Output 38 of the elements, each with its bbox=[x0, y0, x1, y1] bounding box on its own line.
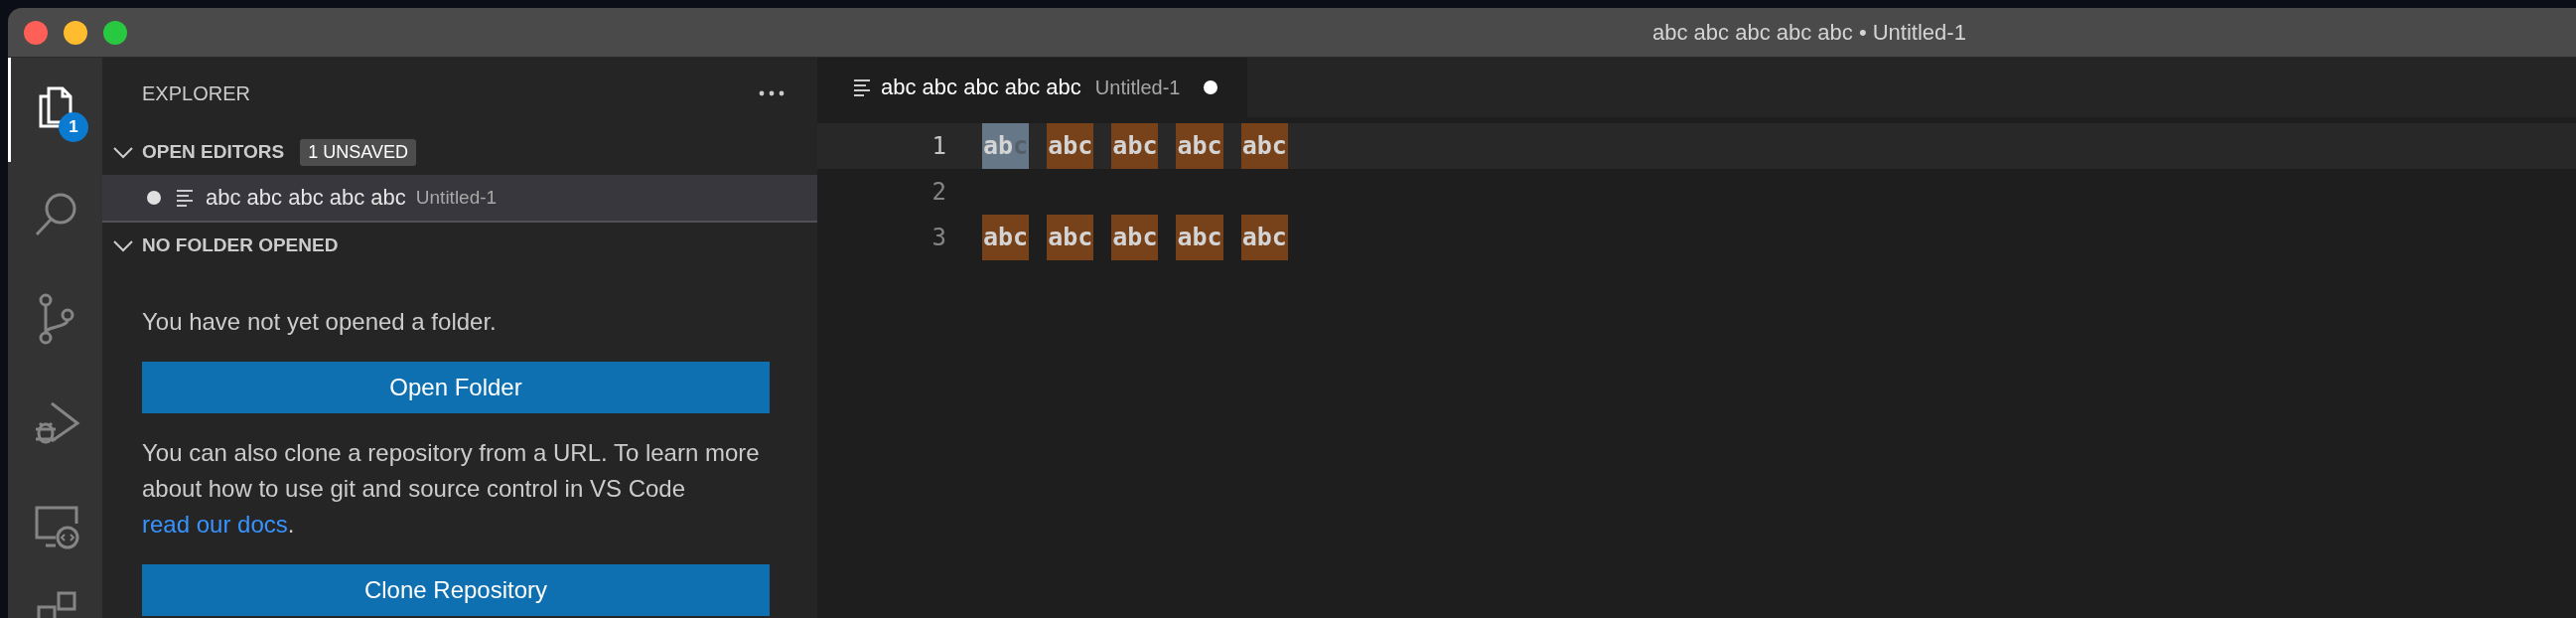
action-button[interactable]: Open Folder bbox=[142, 362, 770, 413]
text-lines-icon bbox=[853, 78, 873, 96]
count-badge: 1 bbox=[59, 112, 88, 142]
window-title: abc abc abc abc abc • Untitled-1 bbox=[1652, 19, 1966, 46]
message-text: You can also clone a repository from a URL. To learn more about how to use git and source control in VS Code read our docs. bbox=[142, 438, 761, 540]
action-button[interactable]: Clone Repository bbox=[142, 564, 770, 616]
line-number: 3 bbox=[930, 224, 946, 251]
more-actions-icon[interactable] bbox=[758, 89, 786, 97]
code-token: abc bbox=[1240, 123, 1288, 169]
blocks-icon bbox=[37, 591, 76, 618]
file-description: Untitled-1 bbox=[415, 187, 498, 209]
section-title[interactable]: NO FOLDER OPENED bbox=[142, 234, 339, 256]
chevron-icon[interactable] bbox=[112, 145, 134, 159]
code-token: abc bbox=[1176, 123, 1223, 169]
zoom-window-button[interactable] bbox=[103, 20, 127, 45]
code-token: abc bbox=[1111, 215, 1159, 260]
code-token: abc bbox=[1240, 215, 1288, 260]
unsaved-badge: 1 UNSAVED bbox=[300, 138, 416, 166]
docs-link[interactable]: read our docs bbox=[142, 511, 288, 538]
code-token: abc bbox=[1047, 215, 1094, 260]
tab-title: abc abc abc abc abc bbox=[881, 75, 1081, 100]
file-name: abc abc abc abc abc bbox=[206, 185, 406, 211]
code-token: abc bbox=[1176, 215, 1223, 260]
code-token: abc bbox=[1111, 123, 1159, 169]
message-text: You have not yet opened a folder. bbox=[142, 307, 498, 337]
line-number: 2 bbox=[930, 178, 946, 206]
line-number: 1 bbox=[930, 132, 946, 160]
sidebar-title: EXPLORER bbox=[142, 81, 250, 105]
code-token: abc bbox=[1047, 123, 1094, 169]
editor-tab[interactable]: abc abc abc abc abc Untitled-1 bbox=[817, 58, 1248, 117]
minimize-window-button[interactable] bbox=[64, 20, 87, 45]
code-token: abc bbox=[982, 215, 1030, 260]
close-window-button[interactable] bbox=[24, 20, 48, 45]
tab-description: Untitled-1 bbox=[1094, 76, 1181, 99]
chevron-icon[interactable] bbox=[112, 238, 134, 252]
open-editor-item[interactable]: abc abc abc abc abc Untitled-1 bbox=[102, 175, 817, 223]
text-lines-icon bbox=[176, 189, 196, 207]
section-title[interactable]: OPEN EDITORS bbox=[142, 141, 285, 163]
